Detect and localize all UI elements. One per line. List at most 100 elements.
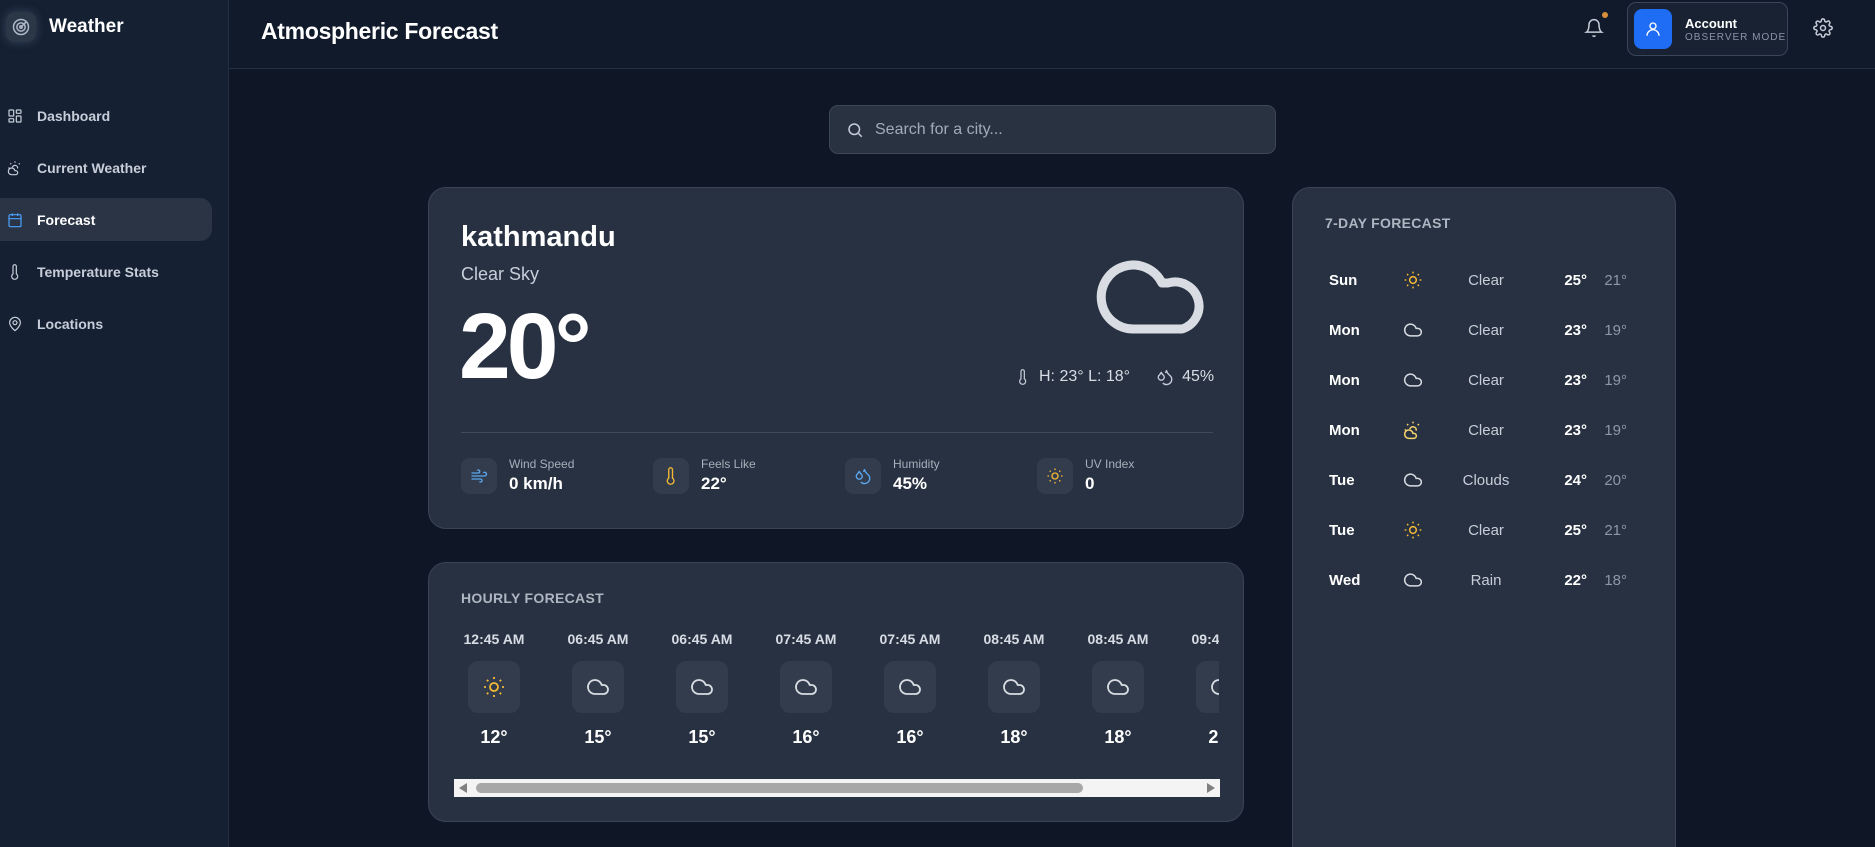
map-pin-icon <box>7 316 23 332</box>
hour-temp: 16° <box>896 727 924 747</box>
stat-uv-index: UV Index 0 <box>1037 457 1134 494</box>
sidebar-item-label: Locations <box>37 315 104 332</box>
account-button[interactable]: Account OBSERVER MODE <box>1627 2 1788 56</box>
cloud-icon <box>1092 661 1144 713</box>
radar-logo-icon <box>6 12 36 42</box>
notifications-button[interactable] <box>1582 12 1608 40</box>
day-condition: Clear <box>1468 521 1504 539</box>
current-temperature: 20° <box>459 294 592 398</box>
day-high: 24° <box>1564 471 1587 489</box>
sun-icon <box>1401 520 1425 540</box>
search-icon <box>848 123 863 138</box>
hour-time: 06:45 AM <box>671 631 733 647</box>
droplets-icon <box>845 457 881 494</box>
stat-value: 45% <box>893 474 928 493</box>
day-name: Wed <box>1329 571 1361 589</box>
sidebar-item-label: Forecast <box>37 211 96 228</box>
hour-temp: 18° <box>1000 727 1028 747</box>
cloud-icon <box>1096 260 1204 334</box>
day-condition: Rain <box>1470 571 1502 589</box>
divider <box>461 432 1213 433</box>
hour-temp: 18° <box>1104 727 1132 747</box>
hour-temp: 12° <box>480 727 508 747</box>
day-high: 23° <box>1564 371 1587 389</box>
sidebar-item-label: Temperature Stats <box>37 263 159 280</box>
notification-dot <box>1602 12 1608 18</box>
hour-temp: 15° <box>584 727 612 747</box>
sidebar-item-current-weather[interactable]: Current Weather <box>0 146 212 189</box>
hourly-item: 06:45 AM 15° <box>558 631 638 748</box>
day-condition: Clear <box>1468 371 1504 389</box>
day-low: 19° <box>1604 371 1627 389</box>
sidebar-item-dashboard[interactable]: Dashboard <box>0 94 212 137</box>
hour-temp: 16° <box>792 727 820 747</box>
stat-value: 22° <box>701 474 727 493</box>
sun-icon <box>1401 270 1425 290</box>
day-row: Mon Clear 23° 19° <box>1329 415 1641 445</box>
scrollbar-thumb[interactable] <box>476 783 1083 793</box>
day-row: Mon Clear 23° 19° <box>1329 365 1641 395</box>
day-name: Tue <box>1329 521 1355 539</box>
hour-time: 09:45 AM <box>1191 631 1219 647</box>
day-name: Mon <box>1329 321 1360 339</box>
day-name: Mon <box>1329 421 1360 439</box>
sidebar: Weather Dashboard Current Weather Foreca… <box>0 0 229 847</box>
hourly-forecast-card: HOURLY FORECAST 12:45 AM 12° 06:45 AM 15… <box>428 562 1244 822</box>
day-row: Tue Clouds 24° 20° <box>1329 465 1641 495</box>
day-row: Sun Clear 25° 21° <box>1329 265 1641 295</box>
hourly-item: 07:45 AM 16° <box>766 631 846 748</box>
day-low: 20° <box>1604 471 1627 489</box>
stat-label: Wind Speed <box>509 457 575 471</box>
stat-wind-speed: Wind Speed 0 km/h <box>461 457 574 494</box>
settings-button[interactable] <box>1813 18 1833 38</box>
top-header: Atmospheric Forecast Account OBSERVER MO… <box>229 0 1875 69</box>
thermometer-icon <box>653 457 689 494</box>
high-low-text: H: 23° L: 18° <box>1039 368 1131 385</box>
hourly-item: 07:45 AM 16° <box>870 631 950 748</box>
stat-value: 0 km/h <box>509 474 563 493</box>
seven-day-forecast-title: 7-DAY FORECAST <box>1325 215 1451 231</box>
day-condition: Clear <box>1468 271 1504 289</box>
cloud-icon <box>780 661 832 713</box>
day-low: 19° <box>1604 321 1627 339</box>
stat-humidity: Humidity 45% <box>845 457 940 494</box>
hour-time: 08:45 AM <box>983 631 1045 647</box>
sidebar-item-temperature-stats[interactable]: Temperature Stats <box>0 250 212 293</box>
day-high: 25° <box>1564 521 1587 539</box>
account-mode: OBSERVER MODE <box>1685 32 1787 43</box>
sidebar-item-label: Current Weather <box>37 159 147 176</box>
cloud-icon <box>572 661 624 713</box>
user-icon <box>1634 9 1672 49</box>
scroll-right-arrow-icon[interactable] <box>1207 783 1215 793</box>
brand[interactable]: Weather <box>6 12 124 42</box>
scroll-left-arrow-icon[interactable] <box>459 783 467 793</box>
hour-time: 07:45 AM <box>775 631 837 647</box>
hourly-scroll-area[interactable]: 12:45 AM 12° 06:45 AM 15° 06:45 AM 15° 0… <box>454 631 1219 751</box>
hour-time: 06:45 AM <box>567 631 629 647</box>
day-low: 19° <box>1604 421 1627 439</box>
stat-label: Feels Like <box>701 457 756 471</box>
day-row: Tue Clear 25° 21° <box>1329 515 1641 545</box>
cloud-icon <box>988 661 1040 713</box>
cloud-icon <box>884 661 936 713</box>
cloud-icon <box>1401 470 1425 490</box>
cloud-icon <box>1401 570 1425 590</box>
hour-temp: 15° <box>688 727 716 747</box>
sidebar-item-locations[interactable]: Locations <box>0 302 212 345</box>
day-condition: Clear <box>1468 321 1504 339</box>
bell-icon <box>1584 18 1604 38</box>
city-name: kathmandu <box>461 221 616 253</box>
hourly-item: 06:45 AM 15° <box>662 631 742 748</box>
day-condition: Clear <box>1468 421 1504 439</box>
day-name: Tue <box>1329 471 1355 489</box>
horizontal-scrollbar[interactable] <box>454 779 1220 797</box>
stat-value: 0 <box>1085 474 1095 493</box>
hour-time: 08:45 AM <box>1087 631 1149 647</box>
day-high: 23° <box>1564 321 1587 339</box>
hour-time: 12:45 AM <box>463 631 525 647</box>
search-input[interactable] <box>875 106 1265 153</box>
page-title: Atmospheric Forecast <box>261 18 498 44</box>
sidebar-item-forecast[interactable]: Forecast <box>0 198 212 241</box>
thermometer-icon <box>1019 369 1027 385</box>
day-row: Wed Rain 22° 18° <box>1329 565 1641 595</box>
